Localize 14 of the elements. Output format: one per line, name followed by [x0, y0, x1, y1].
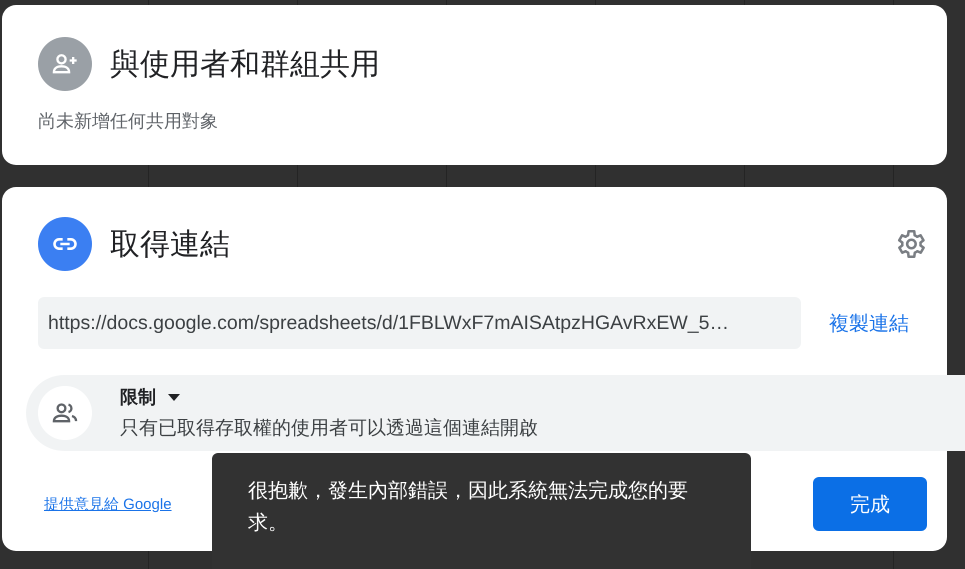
add-person-icon [38, 37, 92, 91]
link-icon [38, 217, 92, 271]
access-dropdown[interactable]: 限制 [120, 385, 180, 409]
card-title: 取得連結 [110, 226, 231, 262]
copy-link-button[interactable]: 複製連結 [825, 306, 913, 340]
caret-icon [168, 394, 180, 400]
card-title: 與使用者和群組共用 [110, 46, 380, 82]
link-url-field[interactable]: https://docs.google.com/spreadsheets/d/1FBLWxF7mAISAtpzHGAvRxEW_5… [38, 297, 801, 349]
share-status: 尚未新增任何共用對象 [38, 110, 219, 133]
people-icon [38, 386, 92, 440]
feedback-link[interactable]: 提供意見給 Google [44, 494, 172, 514]
done-button[interactable]: 完成 [813, 477, 927, 531]
access-description: 只有已取得存取權的使用者可以透過這個連結開啟 [120, 417, 538, 441]
error-toast: 很抱歉，發生內部錯誤，因此系統無法完成您的要求。 [212, 453, 751, 569]
